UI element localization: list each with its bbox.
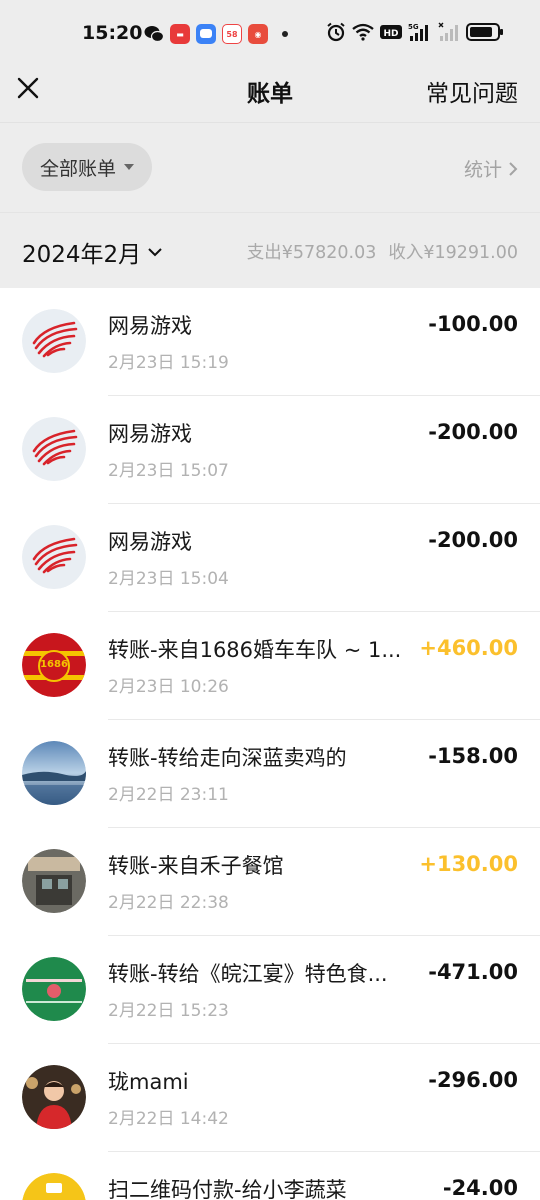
bill-title: 转账-转给《皖江宴》特色食... <box>108 962 388 986</box>
hd-icon: HD <box>380 25 402 39</box>
month-income-total: 收入¥19291.00 <box>388 243 518 263</box>
system-icons: HD 5G <box>326 22 503 42</box>
bill-time: 2月23日 10:26 <box>108 677 229 697</box>
bill-item[interactable]: 1686 转账-来自1686婚车车队 ~ 1... 2月23日 10:26 +460… <box>0 612 540 720</box>
status-bar: 15:20 ▬ 58 ◉ HD 5G <box>0 0 540 66</box>
bill-amount: -200.00 <box>428 420 518 444</box>
weibo-icon: ◉ <box>248 24 268 44</box>
yellow-qr-avatar-icon <box>22 1173 86 1200</box>
wifi-icon <box>352 23 374 41</box>
faq-button[interactable]: 常见问题 <box>426 74 518 108</box>
netease-logo-icon <box>22 309 86 373</box>
more-notifications-dot <box>282 31 288 37</box>
svg-text:HD: HD <box>383 29 398 39</box>
bill-title: 转账-转给走向深蓝卖鸡的 <box>108 746 347 770</box>
bill-title: 转账-来自1686婚车车队 ~ 1... <box>108 638 402 662</box>
bill-time: 2月22日 23:11 <box>108 785 229 805</box>
alarm-icon <box>327 22 345 42</box>
netease-logo-icon <box>22 525 86 589</box>
sea-photo-avatar-icon <box>22 741 86 805</box>
svg-text:1686: 1686 <box>40 659 68 670</box>
nav-bar: 账单 常见问题 <box>0 66 540 122</box>
bill-title: 扫二维码付款-给小李蔬菜 <box>108 1178 347 1200</box>
close-icon[interactable] <box>14 74 42 102</box>
bill-title: 转账-来自禾子餐馆 <box>108 854 284 878</box>
58-app-icon: 58 <box>222 24 242 44</box>
bill-item[interactable]: 网易游戏 2月23日 15:04 -200.00 <box>0 504 540 612</box>
status-time: 15:20 <box>82 22 143 44</box>
signal-icon <box>438 22 458 41</box>
bill-item[interactable]: 珑mami 2月22日 14:42 -296.00 <box>0 1044 540 1152</box>
bill-title: 网易游戏 <box>108 314 192 338</box>
svg-text:5G: 5G <box>408 23 419 31</box>
bill-amount: -296.00 <box>428 1068 518 1092</box>
bill-amount: -24.00 <box>442 1176 518 1200</box>
month-summary: 支出¥57820.03 收入¥19291.00 <box>247 239 518 264</box>
bill-time: 2月22日 14:42 <box>108 1109 229 1129</box>
bill-time: 2月23日 15:04 <box>108 569 229 589</box>
filter-row: 全部账单 统计 <box>0 122 540 212</box>
bill-item[interactable]: 转账-转给《皖江宴》特色食... 2月22日 15:23 -471.00 <box>0 936 540 1044</box>
bill-time: 2月23日 15:19 <box>108 353 229 373</box>
restaurant-photo-avatar-icon <box>22 849 86 913</box>
bill-amount: -158.00 <box>428 744 518 768</box>
toutiao-icon: ▬ <box>170 24 190 44</box>
bill-list: 网易游戏 2月23日 15:19 -100.00 网易游戏 2月23日 15:07 -2… <box>0 288 540 1200</box>
bill-time: 2月22日 22:38 <box>108 893 229 913</box>
bill-item[interactable]: 转账-转给走向深蓝卖鸡的 2月22日 23:11 -158.00 <box>0 720 540 828</box>
statistics-label: 统计 <box>463 159 502 181</box>
bill-amount: +130.00 <box>419 852 518 876</box>
chevron-right-icon <box>509 161 518 176</box>
battery-icon <box>466 23 503 41</box>
statistics-link[interactable]: 统计 <box>464 155 518 182</box>
bill-title: 网易游戏 <box>108 530 192 554</box>
green-shop-avatar-icon <box>22 957 86 1021</box>
bill-title: 珑mami <box>108 1070 189 1094</box>
bill-time: 2月22日 15:23 <box>108 1001 229 1021</box>
wechat-icon <box>144 26 164 43</box>
month-expense-total: 支出¥57820.03 <box>246 243 377 263</box>
bill-item[interactable]: 网易游戏 2月23日 15:07 -200.00 <box>0 396 540 504</box>
bill-amount: -200.00 <box>428 528 518 552</box>
bill-time: 2月23日 15:07 <box>108 461 229 481</box>
month-label: 2024年2月 <box>22 242 142 268</box>
bill-title: 网易游戏 <box>108 422 192 446</box>
wedding-car-avatar-icon: 1686 <box>22 633 86 697</box>
signal-5g-icon: 5G <box>408 23 428 41</box>
bill-item[interactable]: 网易游戏 2月23日 15:19 -100.00 <box>0 288 540 396</box>
person-photo-avatar-icon <box>22 1065 86 1129</box>
netease-logo-icon <box>22 417 86 481</box>
month-header: 2024年2月 支出¥57820.03 收入¥19291.00 <box>0 212 540 288</box>
caret-down-icon <box>124 164 135 170</box>
bill-amount: +460.00 <box>419 636 518 660</box>
month-picker[interactable]: 2024年2月 <box>22 235 163 269</box>
message-icon <box>196 24 216 44</box>
bill-filter-label: 全部账单 <box>40 157 117 180</box>
chevron-down-icon <box>148 248 162 257</box>
bill-item[interactable]: 转账-来自禾子餐馆 2月22日 22:38 +130.00 <box>0 828 540 936</box>
bill-amount: -100.00 <box>428 312 518 336</box>
bill-item[interactable]: 扫二维码付款-给小李蔬菜 -24.00 <box>0 1152 540 1200</box>
bill-filter-dropdown[interactable]: 全部账单 <box>22 143 153 191</box>
bill-amount: -471.00 <box>428 960 518 984</box>
notification-icons: ▬ 58 ◉ <box>144 24 288 44</box>
